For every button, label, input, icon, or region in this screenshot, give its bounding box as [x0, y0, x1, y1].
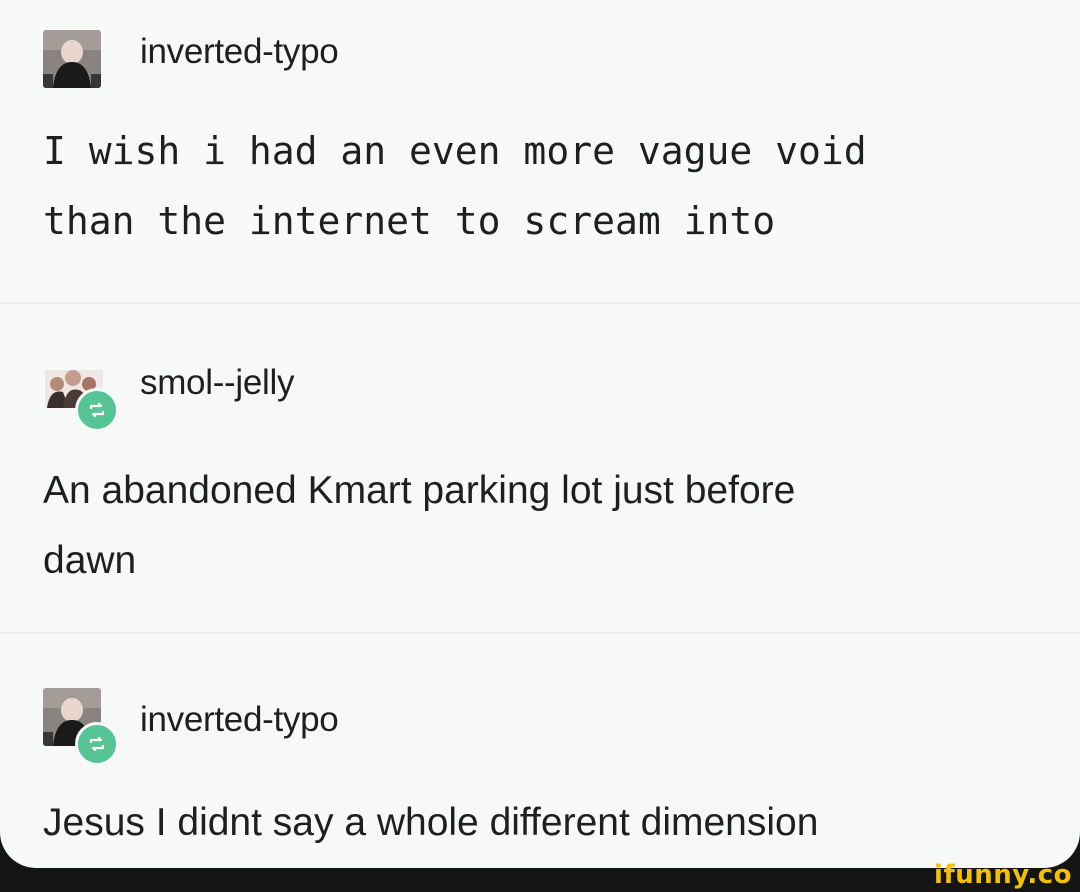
watermark: ifunny.co — [934, 860, 1072, 890]
divider — [0, 632, 1080, 634]
post-username[interactable]: inverted-typo — [140, 32, 339, 72]
post-username[interactable]: inverted-typo — [140, 700, 339, 740]
avatar[interactable] — [43, 30, 101, 88]
post-text: An abandoned Kmart parking lot just befo… — [43, 456, 1043, 596]
avatar[interactable] — [43, 688, 119, 766]
reblog-icon — [75, 722, 119, 766]
post-text-line: An abandoned Kmart parking lot just befo… — [43, 469, 796, 512]
reblog-thread-card: inverted-typo I wish i had an even more … — [0, 0, 1080, 868]
avatar-hooded-figure-icon — [43, 30, 101, 88]
post-username[interactable]: smol--jelly — [140, 363, 295, 403]
post-text: I wish i had an even more vague void tha… — [43, 116, 1043, 256]
post-text-line: than the internet to scream into — [43, 199, 776, 243]
reblog-icon — [75, 388, 119, 432]
divider — [0, 302, 1080, 304]
avatar[interactable] — [43, 362, 119, 432]
post-text-line: dawn — [43, 539, 137, 582]
post-text: Jesus I didnt say a whole different dime… — [43, 801, 819, 844]
post-text-line: I wish i had an even more vague void — [43, 129, 867, 173]
